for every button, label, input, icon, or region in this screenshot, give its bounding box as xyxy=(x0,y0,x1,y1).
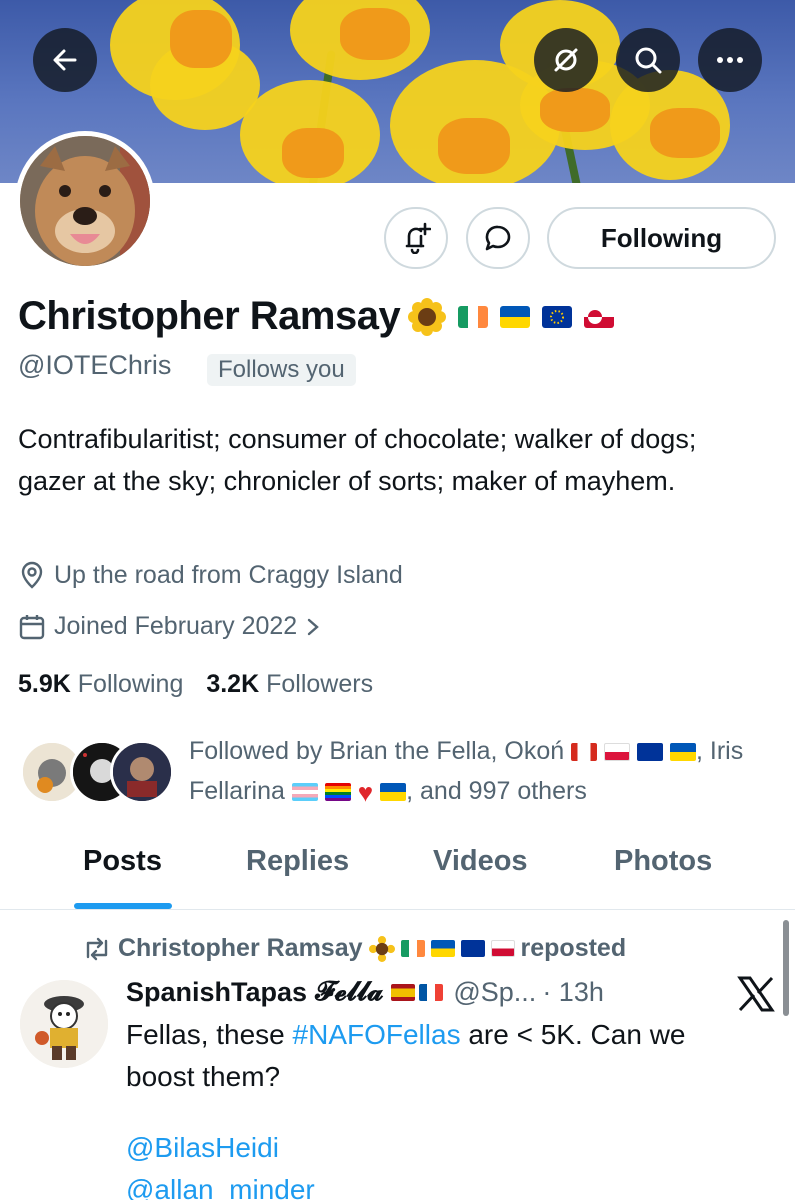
followers-count: 3.2K xyxy=(206,670,260,698)
repost-label: reposted xyxy=(520,934,627,962)
post-time[interactable]: · 13h xyxy=(542,977,604,1008)
grok-button[interactable] xyxy=(534,28,598,92)
tab-videos[interactable]: Videos xyxy=(433,845,528,878)
tabs-divider xyxy=(0,909,795,910)
tab-photos[interactable]: Photos xyxy=(614,845,712,878)
profile-name: Christopher Ramsay xyxy=(18,294,401,338)
profile-location: Up the road from Craggy Island xyxy=(18,560,403,590)
post-text: Fellas, these #NAFOFellas are < 5K. Can … xyxy=(126,1014,746,1098)
post-mention[interactable]: @allan_minder xyxy=(126,1174,315,1200)
grok-icon xyxy=(554,48,578,72)
scrollbar[interactable] xyxy=(783,920,789,1016)
daffodil-trumpet xyxy=(340,8,410,60)
chevron-right-icon xyxy=(308,618,320,635)
daffodil-trumpet xyxy=(438,118,510,174)
followers-link[interactable]: 3.2K Followers xyxy=(206,670,373,698)
profile-joined[interactable]: Joined February 2022 xyxy=(18,612,321,641)
flag-canada-icon xyxy=(571,743,598,762)
repost-header: Christopher Ramsay reposted xyxy=(82,934,626,963)
more-button[interactable] xyxy=(698,28,762,92)
back-arrow-icon xyxy=(53,49,77,71)
search-button[interactable] xyxy=(616,28,680,92)
daffodil-trumpet xyxy=(540,88,610,132)
flag-eu-icon xyxy=(637,743,664,762)
flag-rainbow-icon xyxy=(324,783,351,802)
flag-ukraine-icon xyxy=(670,743,696,762)
message-bubble-icon xyxy=(485,225,511,251)
sunflower-icon xyxy=(408,297,447,336)
following-count: 5.9K xyxy=(18,670,71,698)
flag-ireland-icon xyxy=(458,305,489,328)
post-author-name[interactable]: SpanishTapas xyxy=(126,977,307,1008)
post-header: SpanishTapas 𝓕𝓮𝓵𝓵𝓪 @Sp... · 13h xyxy=(126,976,604,1008)
flag-transgender-icon xyxy=(291,783,318,802)
followed-by-prefix: Followed by Brian the Fella, Okoń xyxy=(189,737,565,765)
flag-ireland-icon xyxy=(400,940,425,957)
location-pin-icon xyxy=(21,561,43,589)
bell-plus-icon xyxy=(405,222,431,254)
flag-ukraine-icon xyxy=(430,940,455,957)
x-logo-icon xyxy=(737,976,775,1012)
post-mention[interactable]: @BilasHeidi xyxy=(126,1132,279,1164)
followers-label: Followers xyxy=(266,670,374,698)
post-hashtag[interactable]: #NAFOFellas xyxy=(293,1019,461,1050)
following-link[interactable]: 5.9K Following xyxy=(18,670,183,698)
flag-greenland-icon xyxy=(490,940,515,957)
repost-author[interactable]: Christopher Ramsay xyxy=(118,934,363,963)
dog-avatar-image xyxy=(20,136,150,266)
repost-icon xyxy=(86,937,108,960)
profile-bio: Contrafibularitist; consumer of chocolat… xyxy=(18,424,697,496)
sunflower-icon xyxy=(368,935,395,962)
profile-name-row: Christopher Ramsay xyxy=(18,294,615,339)
flag-ukraine-icon xyxy=(500,305,531,328)
follower-avatar[interactable] xyxy=(110,740,174,804)
flag-france-icon xyxy=(419,983,444,1001)
post-author-avatar[interactable] xyxy=(20,980,108,1068)
daffodil-trumpet xyxy=(282,128,344,178)
post-text-before: Fellas, these xyxy=(126,1019,293,1050)
profile-handle: @IOTEChris xyxy=(18,350,172,380)
followed-by-suffix: , and 997 others xyxy=(406,777,587,805)
notifications-button[interactable] xyxy=(384,207,448,269)
following-button[interactable]: Following xyxy=(547,207,776,269)
flag-poland-icon xyxy=(604,743,631,762)
tab-posts[interactable]: Posts xyxy=(83,845,162,878)
flag-ukraine-icon xyxy=(380,783,407,802)
followed-by-text[interactable]: Followed by Brian the Fella, Okoń , Iris… xyxy=(189,731,779,812)
post-author-handle[interactable]: @Sp... xyxy=(453,977,536,1008)
location-text: Up the road from Craggy Island xyxy=(54,560,403,589)
more-icon xyxy=(717,57,743,63)
flag-greenland-icon xyxy=(584,305,615,328)
joined-text: Joined February 2022 xyxy=(54,612,298,640)
daffodil-trumpet xyxy=(170,10,232,68)
post-author-fancy: 𝓕𝓮𝓵𝓵𝓪 xyxy=(315,976,384,1007)
flag-eu-icon xyxy=(542,305,573,328)
tab-replies[interactable]: Replies xyxy=(246,845,349,878)
back-button[interactable] xyxy=(33,28,97,92)
calendar-icon xyxy=(19,614,45,639)
red-heart-icon: ♥ xyxy=(357,777,374,808)
message-button[interactable] xyxy=(466,207,530,269)
follows-you-badge: Follows you xyxy=(207,354,356,386)
search-icon xyxy=(635,47,662,74)
profile-avatar[interactable] xyxy=(15,131,155,271)
following-label: Following xyxy=(77,670,184,698)
flag-eu-icon xyxy=(460,940,485,957)
flag-spain-icon xyxy=(391,983,416,1001)
daffodil-trumpet xyxy=(650,108,720,158)
profile-stats: 5.9K Following 3.2K Followers xyxy=(18,670,373,699)
